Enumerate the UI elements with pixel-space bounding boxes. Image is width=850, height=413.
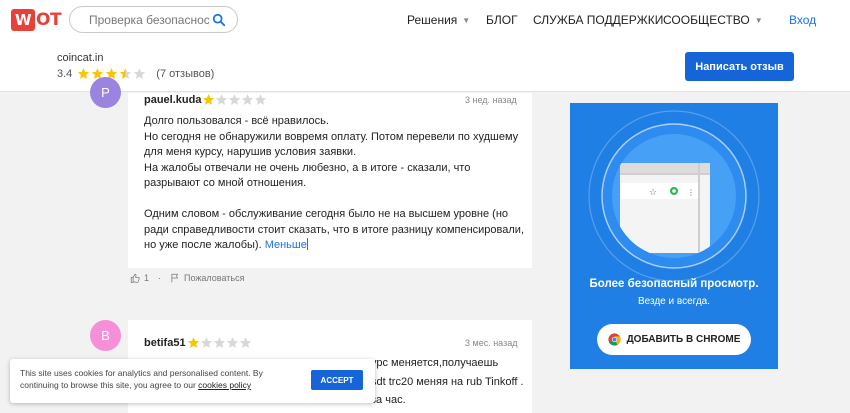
report-link[interactable]: Пожаловаться [184,273,244,283]
chevron-down-icon: ▼ [462,16,471,25]
star-icon [202,93,215,106]
site-header: coincat.in 3.4 (7 отзывов) Написать отзы… [0,42,850,92]
nav-support[interactable]: СЛУЖБА ПОДДЕРЖКИ [533,13,663,27]
avatar: B [90,320,121,351]
star-icon [187,336,200,349]
text-cursor [306,238,308,250]
reviews-count: (7 отзывов) [156,67,215,80]
star-empty-icon [241,93,254,106]
accept-cookies-button[interactable]: ACCEPT [311,370,363,390]
review-text: Долго пользовался - всё нравилось. Но се… [144,114,524,254]
star-empty-icon [215,93,228,106]
review-stars [187,336,252,349]
star-half-icon [119,67,132,80]
add-to-chrome-label: ДОБАВИТЬ В CHROME [626,334,741,345]
avatar-letter: P [101,85,110,100]
review-username[interactable]: pauel.kuda [144,94,201,106]
star-empty-icon [200,336,213,349]
cookies-policy-link[interactable]: cookies policy [198,380,251,390]
flag-icon[interactable] [170,273,180,283]
add-to-chrome-button[interactable]: ДОБАВИТЬ В CHROME [597,324,751,355]
nav-solutions[interactable]: Решения ▼ [407,13,470,27]
separator-dot: · [158,273,162,283]
svg-text:⋮: ⋮ [687,188,695,197]
cookie-text: This site uses cookies for analytics and… [20,367,290,391]
login-link[interactable]: Вход [789,13,816,27]
nav-solutions-label: Решения [407,13,458,27]
site-domain: coincat.in [57,52,104,64]
review-user: betifa51 [144,336,252,349]
star-empty-icon [228,93,241,106]
search-input[interactable] [89,13,209,27]
top-navigation: WOT Решения ▼ БЛОГ СЛУЖБА ПОДДЕРЖКИ СООБЩ… [0,0,850,42]
star-empty-icon [239,336,252,349]
avatar-letter: B [101,328,110,343]
write-review-button[interactable]: Написать отзыв [685,52,794,81]
star-empty-icon [213,336,226,349]
star-empty-icon [133,67,146,80]
star-icon [77,67,90,80]
review-paragraph: Долго пользовался - всё нравилось. [144,115,329,127]
chrome-icon [607,333,621,346]
review-time: 3 мес. назад [465,338,518,348]
site-score: 3.4 [57,67,73,80]
review-actions: 1 · Пожаловаться [130,273,244,283]
nav-blog[interactable]: БЛОГ [486,13,518,27]
nav-community-label: СООБЩЕСТВО [663,13,750,27]
star-empty-icon [254,93,267,106]
promo-subtitle: Везде и всегда. [637,296,711,307]
thumbs-up-icon[interactable] [130,273,140,283]
review-user: pauel.kuda [144,93,267,106]
review-username[interactable]: betifa51 [144,337,186,349]
review-paragraph: Одним словом - обслуживание сегодня было… [144,208,524,251]
like-count: 1 [144,273,150,283]
svg-text:☆: ☆ [649,188,657,198]
review-time: 3 нед. назад [465,95,517,105]
wot-logo[interactable]: W OT [11,8,62,32]
promo-title: Более безопасный просмотр. [589,278,759,290]
nav-community[interactable]: СООБЩЕСТВО ▼ [663,13,763,27]
chrome-extension-promo: ☆ ⋮ Более безопасный просмотр. Везде и в… [570,103,778,369]
site-rating: 3.4 (7 отзывов) [57,67,214,80]
cookie-banner: This site uses cookies for analytics and… [10,359,375,403]
logo-text: OT [36,10,62,30]
chevron-down-icon: ▼ [754,16,763,25]
show-less-link[interactable]: Меньше [265,239,307,251]
review-paragraph: На жалобы отвечали не очень любезно, а в… [144,161,471,190]
review-stars [202,93,267,106]
search-box[interactable] [69,6,238,33]
avatar: P [90,77,121,108]
star-empty-icon [226,336,239,349]
logo-mark: W [11,9,36,31]
search-icon[interactable] [212,13,226,27]
review-paragraph: Но сегодня не обнаружили вовремя оплату.… [144,130,519,159]
